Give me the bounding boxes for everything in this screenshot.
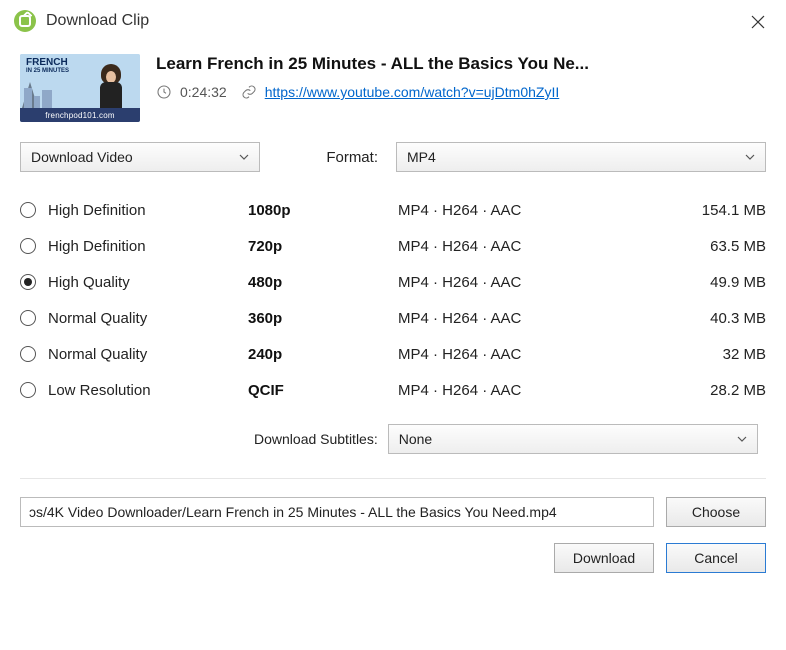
chevron-down-icon [737, 434, 747, 444]
quality-resolution: 360p [248, 310, 398, 327]
chevron-down-icon [745, 152, 755, 162]
action-select[interactable]: Download Video [20, 142, 260, 172]
control-row: Download Video Format: MP4 [0, 136, 786, 184]
quality-option-row[interactable]: Low ResolutionQCIFMP4 · H264 · AAC28.2 M… [20, 372, 766, 408]
quality-resolution: 480p [248, 274, 398, 291]
quality-size: 32 MB [666, 346, 766, 363]
quality-label: High Definition [48, 202, 248, 219]
path-row: Choose [0, 479, 786, 527]
video-header: FRENCH IN 25 MINUTES frenchpod101.com Le… [0, 40, 786, 136]
quality-option-row[interactable]: High Definition1080pMP4 · H264 · AAC154.… [20, 192, 766, 228]
quality-size: 28.2 MB [666, 382, 766, 399]
app-icon [14, 10, 36, 32]
cancel-button[interactable]: Cancel [666, 543, 766, 573]
quality-label: High Definition [48, 238, 248, 255]
quality-radio[interactable] [20, 202, 36, 218]
quality-resolution: 240p [248, 346, 398, 363]
quality-label: Normal Quality [48, 310, 248, 327]
quality-resolution: QCIF [248, 382, 398, 399]
quality-label: High Quality [48, 274, 248, 291]
thumb-brand: frenchpod101.com [20, 108, 140, 122]
action-row: Download Cancel [0, 527, 786, 573]
quality-codec: MP4 · H264 · AAC [398, 382, 666, 399]
quality-radio[interactable] [20, 346, 36, 362]
quality-radio[interactable] [20, 274, 36, 290]
quality-codec: MP4 · H264 · AAC [398, 202, 666, 219]
format-select-value: MP4 [407, 149, 436, 165]
quality-options: High Definition1080pMP4 · H264 · AAC154.… [0, 184, 786, 408]
title-bar: Download Clip [0, 0, 786, 40]
quality-option-row[interactable]: Normal Quality240pMP4 · H264 · AAC32 MB [20, 336, 766, 372]
quality-codec: MP4 · H264 · AAC [398, 310, 666, 327]
quality-size: 49.9 MB [666, 274, 766, 291]
quality-codec: MP4 · H264 · AAC [398, 274, 666, 291]
chevron-down-icon [239, 152, 249, 162]
quality-radio[interactable] [20, 382, 36, 398]
action-select-value: Download Video [31, 149, 133, 165]
subtitles-select[interactable]: None [388, 424, 758, 454]
subtitles-label: Download Subtitles: [254, 431, 378, 447]
video-thumbnail: FRENCH IN 25 MINUTES frenchpod101.com [20, 54, 140, 122]
video-duration: 0:24:32 [180, 84, 227, 100]
link-icon [241, 84, 257, 100]
quality-size: 154.1 MB [666, 202, 766, 219]
save-path-input[interactable] [20, 497, 654, 527]
quality-label: Low Resolution [48, 382, 248, 399]
quality-codec: MP4 · H264 · AAC [398, 238, 666, 255]
quality-resolution: 1080p [248, 202, 398, 219]
quality-option-row[interactable]: Normal Quality360pMP4 · H264 · AAC40.3 M… [20, 300, 766, 336]
quality-codec: MP4 · H264 · AAC [398, 346, 666, 363]
quality-radio[interactable] [20, 238, 36, 254]
quality-option-row[interactable]: High Definition720pMP4 · H264 · AAC63.5 … [20, 228, 766, 264]
close-button[interactable] [746, 10, 770, 34]
choose-button[interactable]: Choose [666, 497, 766, 527]
format-label: Format: [326, 149, 378, 166]
format-select[interactable]: MP4 [396, 142, 766, 172]
download-button[interactable]: Download [554, 543, 654, 573]
thumb-subtitle: IN 25 MINUTES [26, 67, 69, 76]
subtitles-row: Download Subtitles: None [0, 408, 786, 460]
clock-icon [156, 84, 172, 100]
quality-size: 40.3 MB [666, 310, 766, 327]
video-url-link[interactable]: https://www.youtube.com/watch?v=ujDtm0hZ… [265, 84, 560, 100]
subtitles-select-value: None [399, 431, 432, 447]
quality-option-row[interactable]: High Quality480pMP4 · H264 · AAC49.9 MB [20, 264, 766, 300]
window-title: Download Clip [46, 12, 149, 30]
quality-label: Normal Quality [48, 346, 248, 363]
video-title: Learn French in 25 Minutes - ALL the Bas… [156, 54, 766, 74]
quality-radio[interactable] [20, 310, 36, 326]
quality-resolution: 720p [248, 238, 398, 255]
quality-size: 63.5 MB [666, 238, 766, 255]
close-icon [751, 15, 765, 29]
